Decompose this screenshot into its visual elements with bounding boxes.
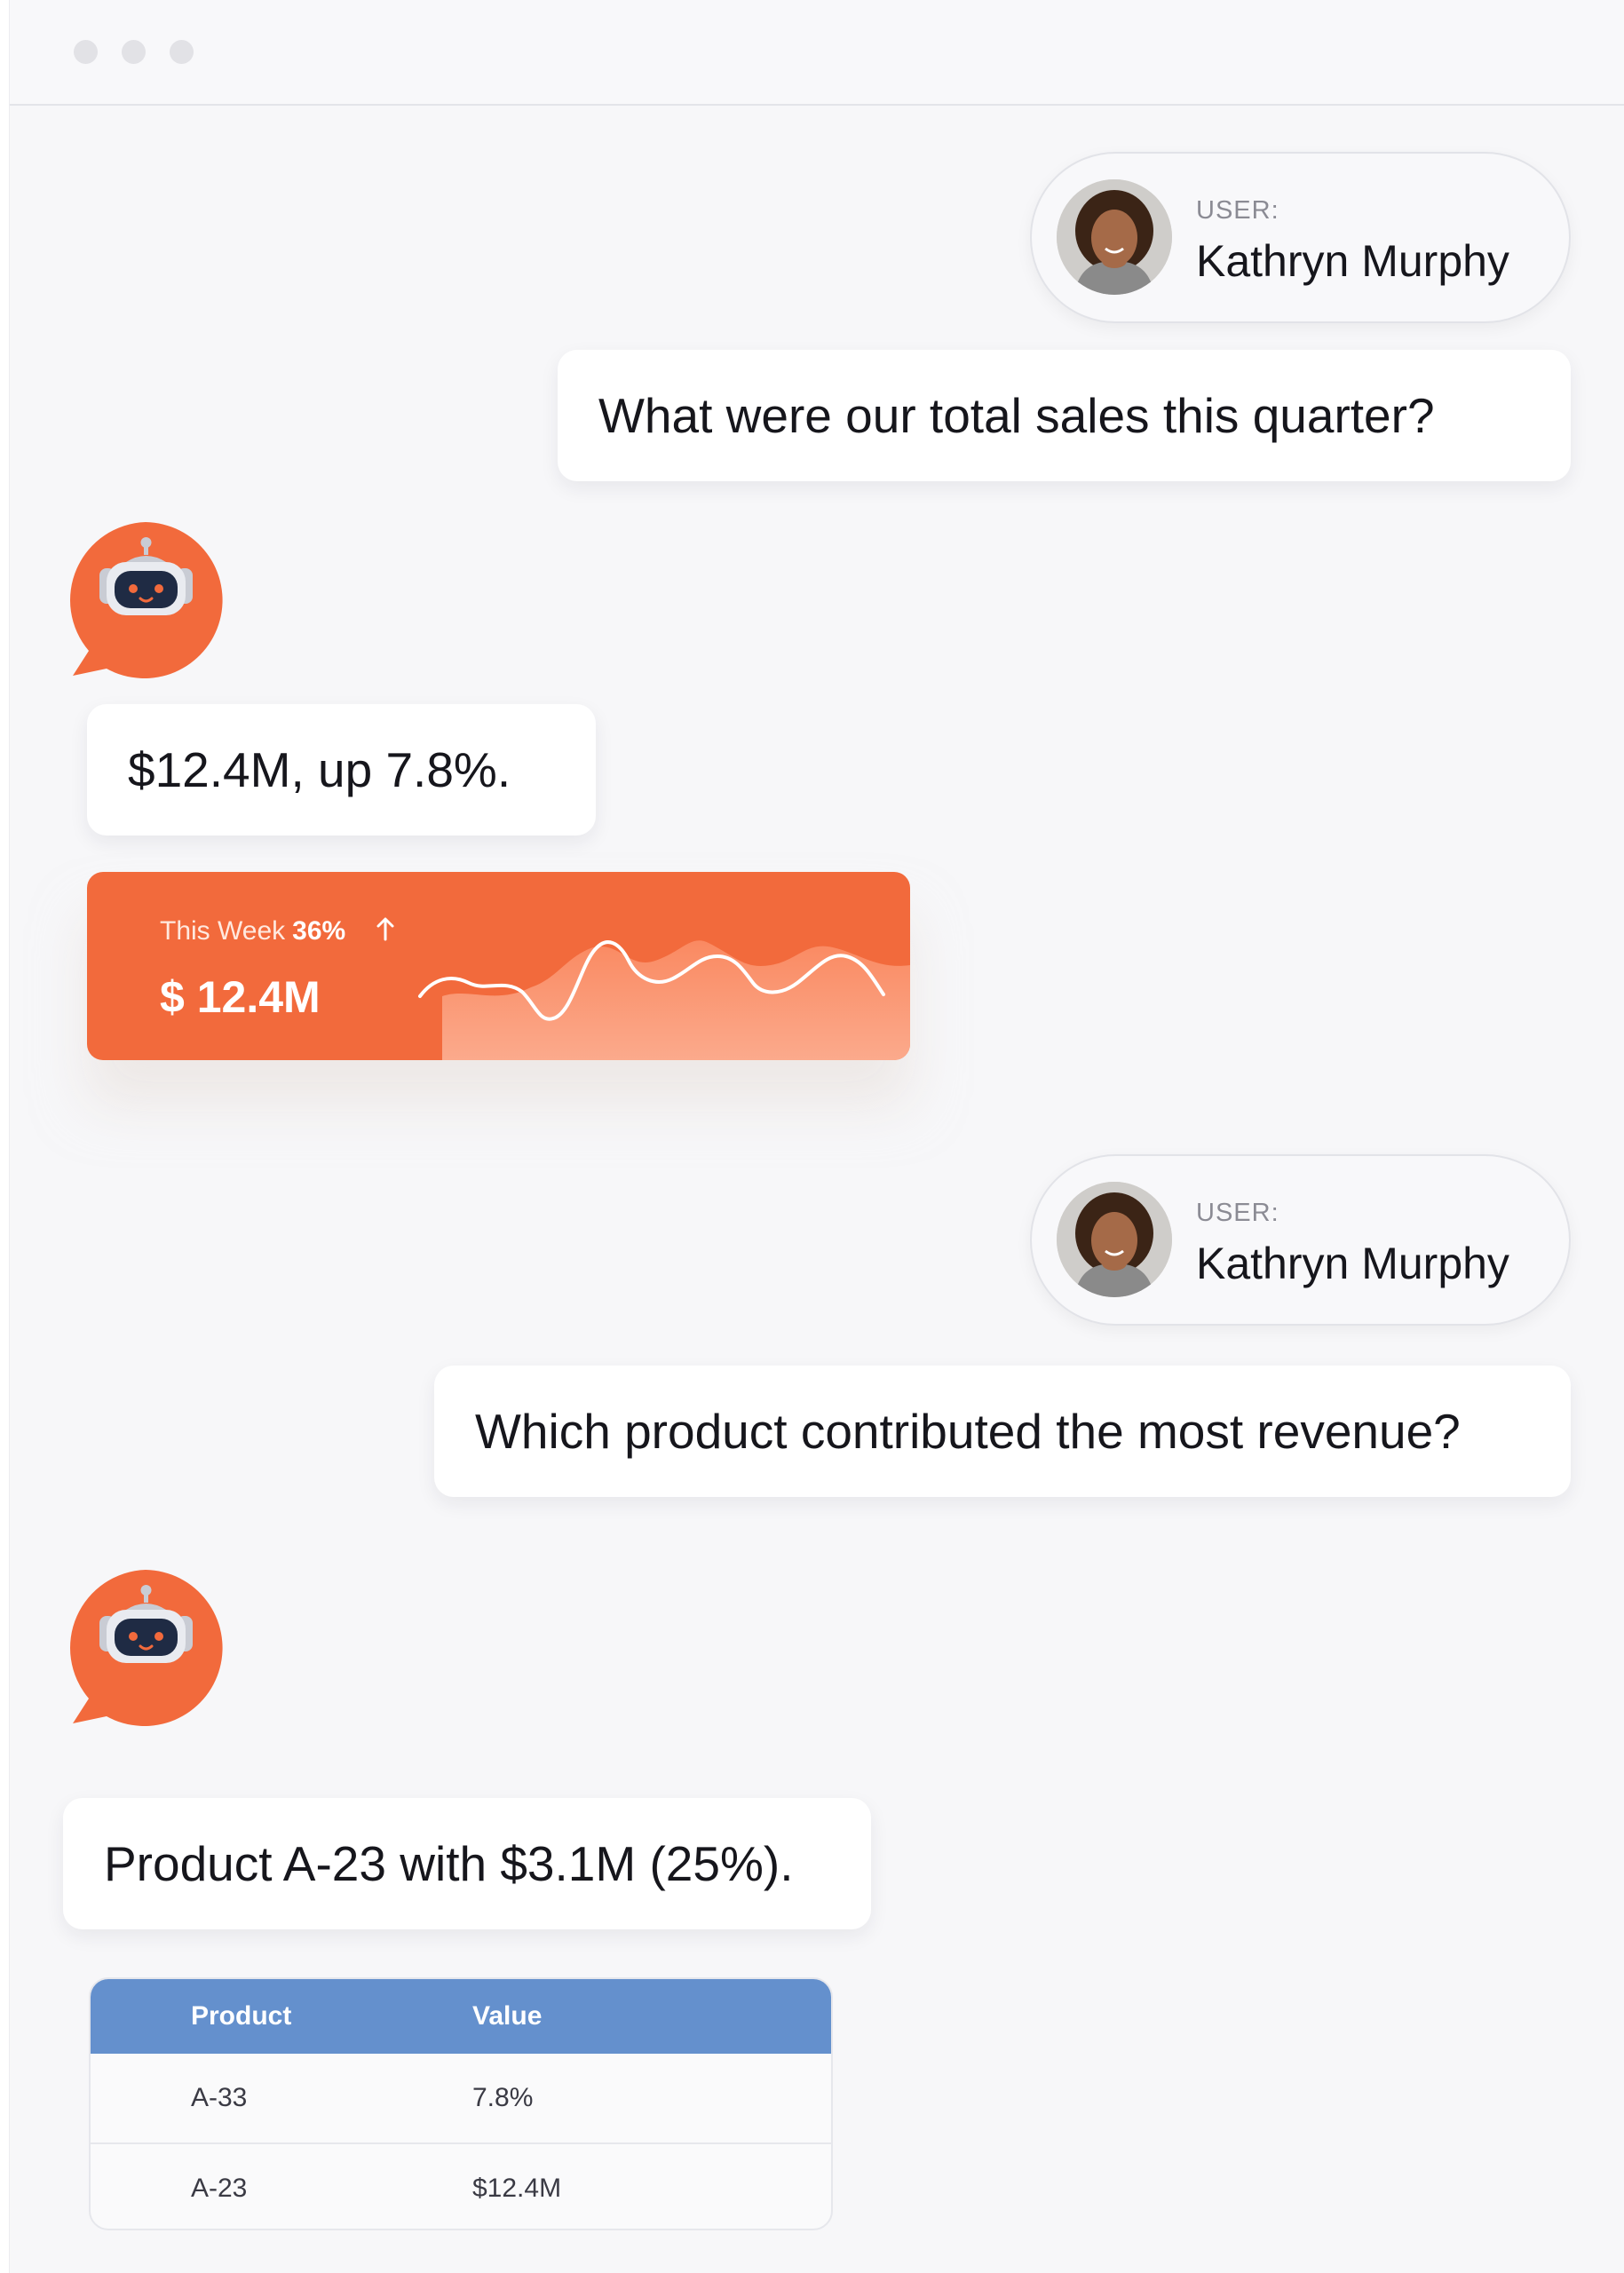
stat-change: 36% [292,916,346,946]
table-cell-value: 7.8% [472,2083,534,2112]
window-minimize-button[interactable] [122,40,146,64]
table-header: Product Value [91,1979,831,2054]
sales-sparkline [418,940,910,1060]
arrow-up-icon [376,917,394,941]
table-cell-value: $12.4M [472,2174,562,2203]
table-row[interactable]: A-33 7.8% [91,2054,831,2142]
user-name: Kathryn Murphy [1196,1239,1509,1288]
user-message-text: Which product contributed the most reven… [475,1404,1461,1459]
assistant-message-text: Product A-23 with $3.1M (25%). [104,1836,794,1891]
table-row[interactable]: A-23 $12.4M [91,2142,831,2229]
user-avatar [1057,1182,1172,1297]
weekly-sales-card: This Week 36% $ 12.4M [87,872,910,1060]
bot-avatar-icon [70,1570,223,1726]
user-message-bubble: Which product contributed the most reven… [434,1366,1571,1497]
title-bar [10,0,1624,106]
user-message-text: What were our total sales this quarter? [598,388,1435,443]
assistant-message-bubble: $12.4M, up 7.8%. [87,704,596,836]
stat-value: $ 12.4M [160,972,321,1022]
user-name: Kathryn Murphy [1196,236,1509,286]
user-label: USER: [1196,1199,1279,1227]
assistant-message-text: $12.4M, up 7.8%. [128,742,511,797]
stat-period-label: This Week 36% [160,916,346,946]
user-profile-pill: USER: Kathryn Murphy [1030,1154,1571,1326]
window-close-button[interactable] [74,40,98,64]
assistant-message-bubble: Product A-23 with $3.1M (25%). [63,1798,871,1929]
column-header-value[interactable]: Value [472,2001,542,2031]
user-profile-pill: USER: Kathryn Murphy [1030,152,1571,323]
bot-avatar-icon [70,522,223,678]
user-label: USER: [1196,196,1279,225]
user-avatar [1057,179,1172,295]
table-cell-product: A-33 [191,2083,248,2112]
user-message-bubble: What were our total sales this quarter? [558,350,1571,481]
app-window: USER: Kathryn Murphy What were our total… [9,0,1624,2273]
product-revenue-table: Product Value A-33 7.8% A-23 $12.4M [89,1977,833,2230]
column-header-product[interactable]: Product [191,2001,291,2031]
window-maximize-button[interactable] [170,40,194,64]
table-cell-product: A-23 [191,2174,248,2203]
